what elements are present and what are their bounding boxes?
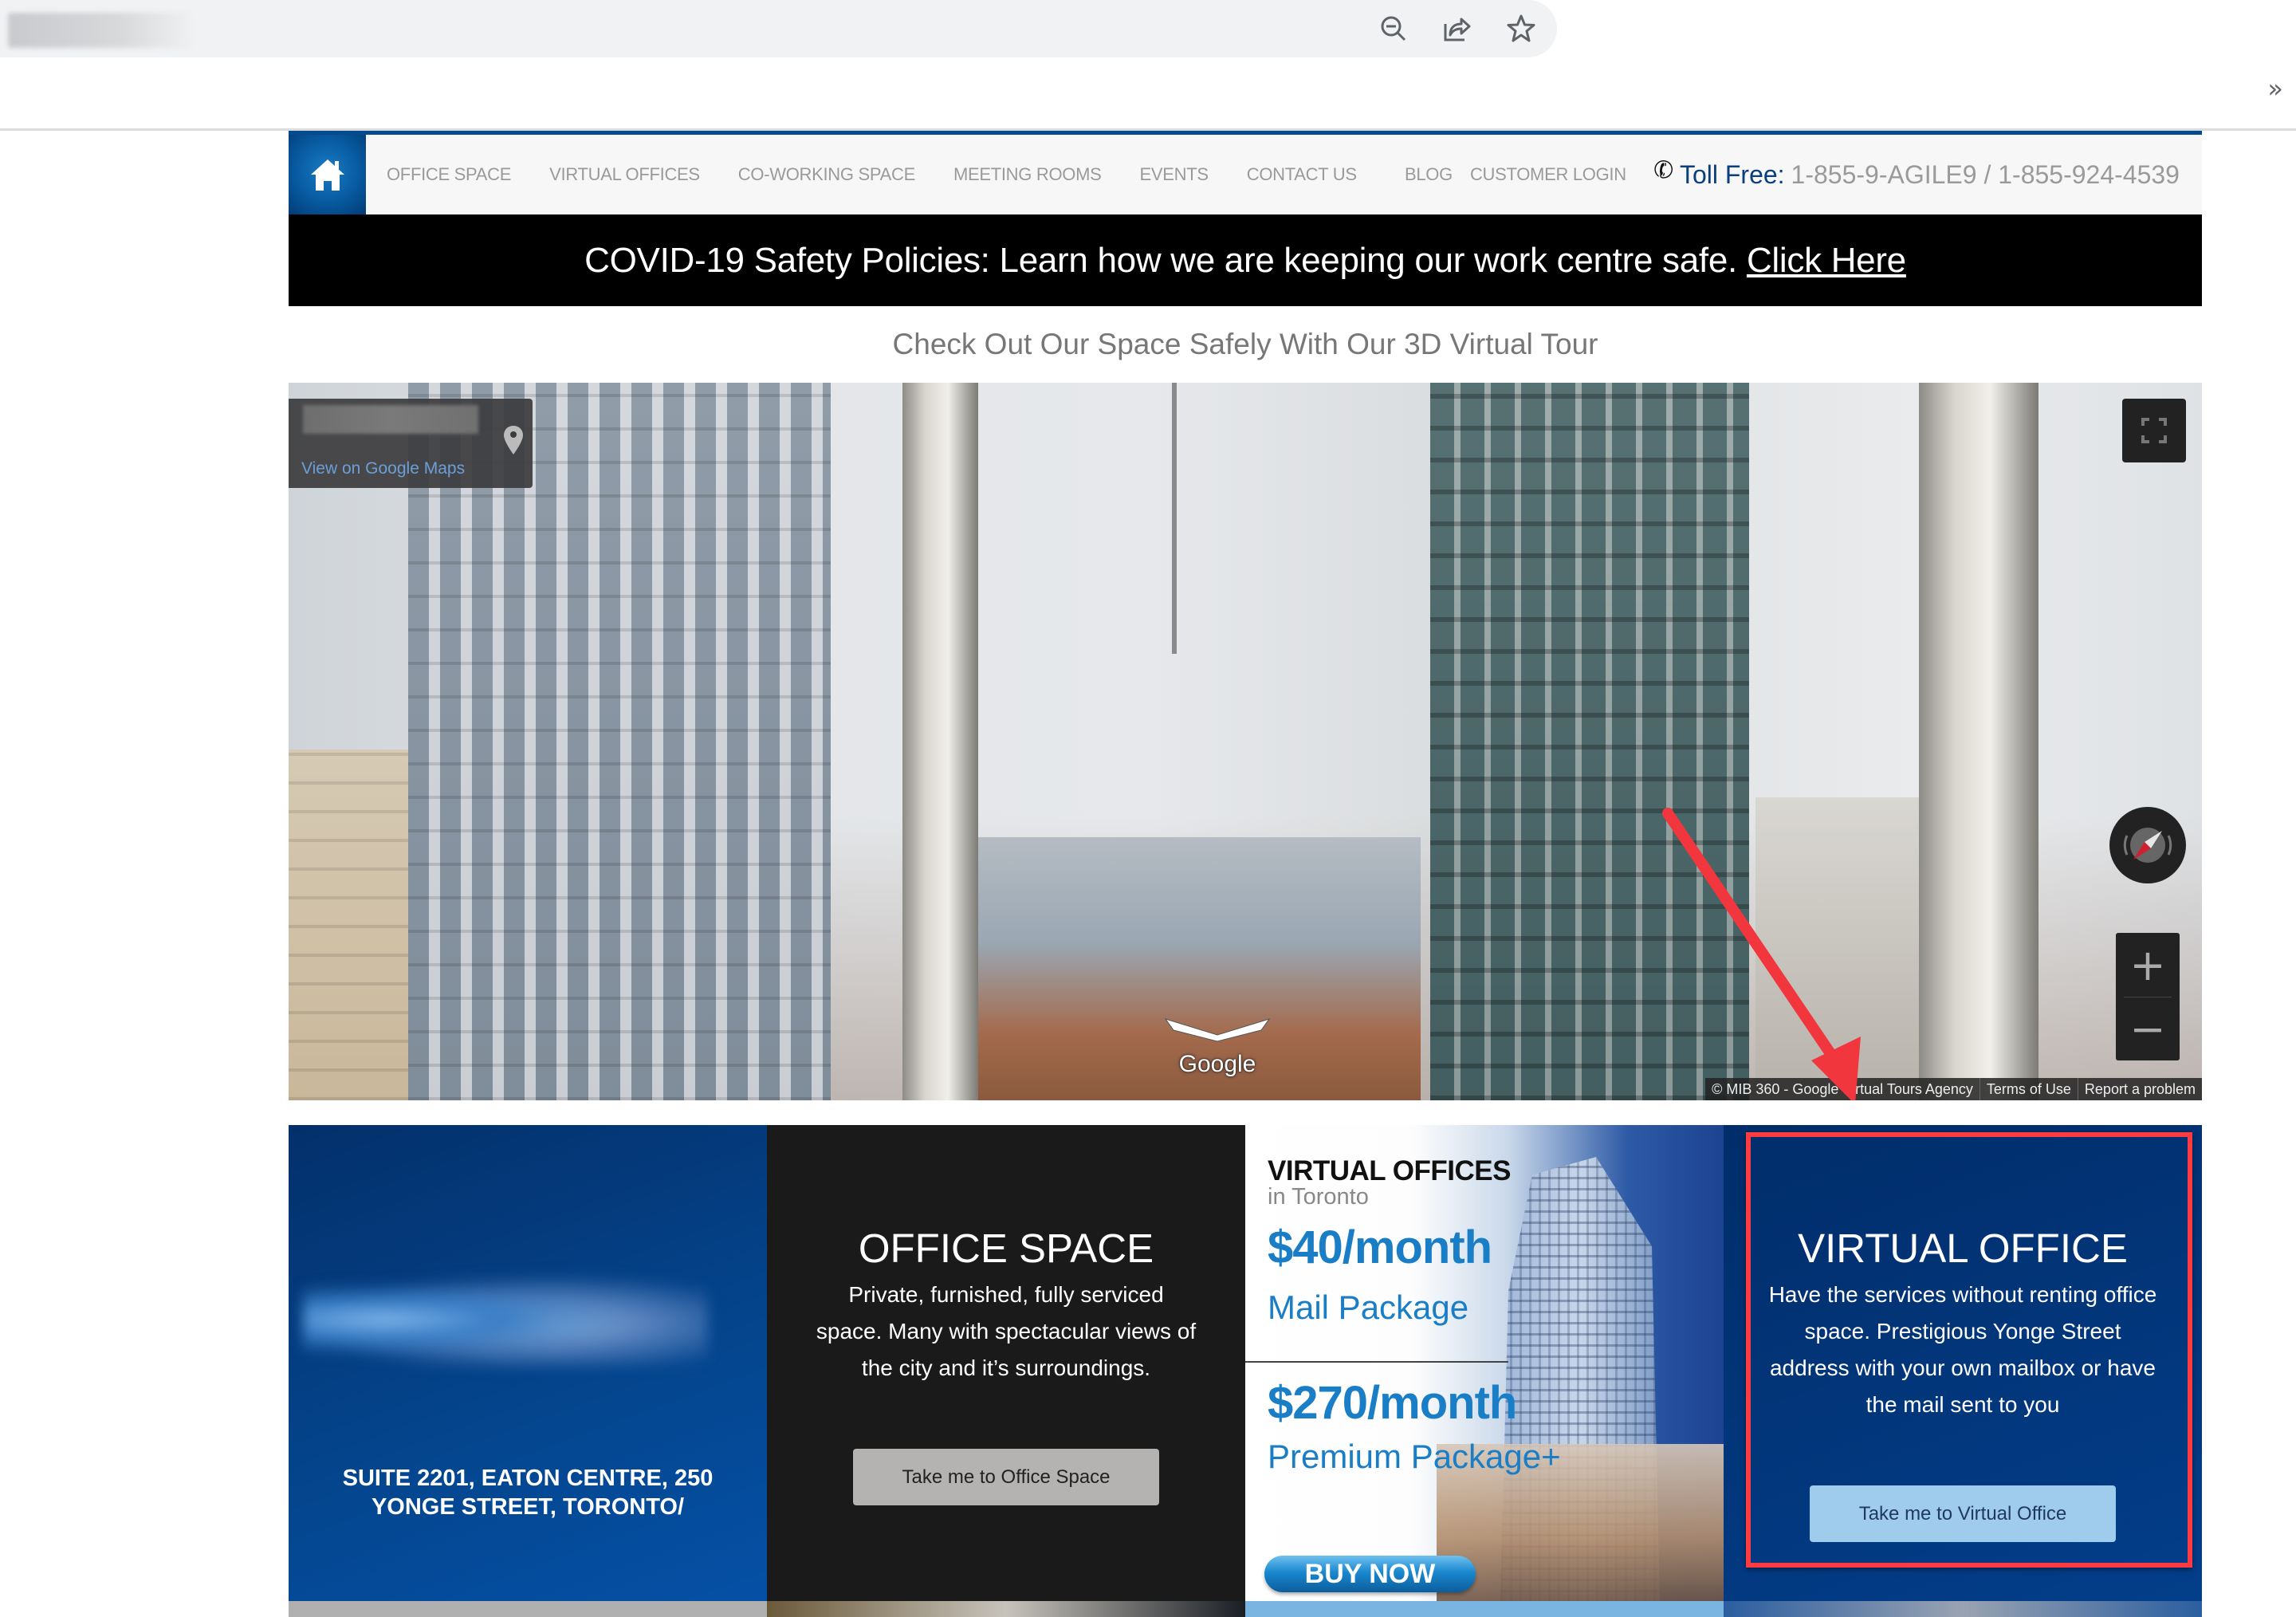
address-card: SUITE 2201, EATON CENTRE, 250 YONGE STRE… <box>289 1125 767 1601</box>
map-pin-icon <box>504 426 523 454</box>
next-card <box>767 1601 1245 1617</box>
home-button[interactable] <box>289 135 366 214</box>
buy-now-button[interactable]: BUY NOW <box>1264 1556 1476 1592</box>
virtual-offices-ad[interactable]: VIRTUAL OFFICES in Toronto $40/month Mai… <box>1245 1125 1724 1601</box>
bookmarks-overflow-chevron-icon[interactable]: » <box>2267 73 2283 104</box>
window-frame <box>1919 383 2038 1100</box>
street-view-arrow-icon[interactable] <box>1158 1013 1277 1045</box>
nav-virtual-offices[interactable]: VIRTUAL OFFICES <box>549 164 700 185</box>
covid-click-here-link[interactable]: Click Here <box>1747 241 1906 281</box>
phone-icon: ✆ <box>1650 154 1677 187</box>
virtual-office-title: VIRTUAL OFFICE <box>1798 1226 2128 1271</box>
panorama-building <box>408 383 831 1100</box>
nav-co-working-space[interactable]: CO-WORKING SPACE <box>738 164 915 185</box>
bookmarks-bar <box>0 57 2296 129</box>
covid-banner-text: COVID-19 Safety Policies: Learn how we a… <box>584 240 1737 280</box>
ad-package-mail: Mail Package <box>1268 1288 1469 1326</box>
home-icon <box>310 159 344 191</box>
ad-price-mail: $40/month <box>1268 1222 1492 1273</box>
zoom-out-icon[interactable] <box>1378 13 1409 45</box>
fullscreen-button[interactable] <box>2122 399 2186 462</box>
annotation-red-arrow <box>1662 808 1861 1100</box>
window-cord <box>1172 383 1177 654</box>
office-space-card: OFFICE SPACE Private, furnished, fully s… <box>767 1125 1245 1601</box>
ad-subtitle: in Toronto <box>1268 1184 1369 1210</box>
nav-meeting-rooms[interactable]: MEETING ROOMS <box>953 164 1102 185</box>
virtual-office-card: VIRTUAL OFFICE Have the services without… <box>1724 1125 2202 1601</box>
nav-events[interactable]: EVENTS <box>1140 164 1209 185</box>
zoom-control: + − <box>2116 933 2180 1060</box>
office-space-description: Private, furnished, fully serviced space… <box>816 1282 1197 1380</box>
google-logo: Google <box>1158 1013 1277 1078</box>
website: OFFICE SPACE VIRTUAL OFFICES CO-WORKING … <box>289 131 2202 1617</box>
company-logo-blurred <box>303 1273 708 1367</box>
next-card <box>1724 1601 2202 1617</box>
bookmark-star-icon[interactable] <box>1505 13 1537 45</box>
toll-free-label: Toll Free: <box>1679 159 1785 189</box>
address-text: SUITE 2201, EATON CENTRE, 250 YONGE STRE… <box>342 1466 714 1520</box>
take-me-to-office-space-button[interactable]: Take me to Office Space <box>853 1449 1159 1505</box>
next-card <box>1245 1601 1724 1617</box>
place-name-blurred <box>303 405 478 434</box>
next-card <box>289 1601 767 1617</box>
view-on-google-maps-link[interactable]: View on Google Maps <box>301 459 465 478</box>
url-text-blurred <box>8 13 191 48</box>
compass-control[interactable] <box>2109 807 2186 883</box>
ad-title: VIRTUAL OFFICES <box>1268 1155 1511 1186</box>
nav-contact-us[interactable]: CONTACT US <box>1247 164 1357 185</box>
office-space-title: OFFICE SPACE <box>858 1226 1154 1271</box>
nav-secondary: BLOG CUSTOMER LOGIN ✆ Toll Free: 1-855-9… <box>1405 135 2180 214</box>
street-view-panorama[interactable]: View on Google Maps + − Google © MIB 360… <box>289 383 2202 1100</box>
ad-divider <box>1245 1361 1508 1363</box>
ad-price-premium: $270/month <box>1268 1377 1517 1429</box>
nav-blog[interactable]: BLOG <box>1405 164 1453 185</box>
terms-of-use-link[interactable]: Terms of Use <box>1979 1078 2078 1100</box>
ad-package-premium: Premium Package+ <box>1268 1438 1561 1475</box>
share-icon[interactable] <box>1441 13 1472 45</box>
zoom-out-button[interactable]: − <box>2116 997 2180 1060</box>
main-nav: OFFICE SPACE VIRTUAL OFFICES CO-WORKING … <box>289 131 2202 214</box>
next-cards-row <box>289 1601 2202 1617</box>
report-problem-link[interactable]: Report a problem <box>2077 1078 2202 1100</box>
maps-info-card: View on Google Maps <box>289 399 533 488</box>
virtual-tour-heading: Check Out Our Space Safely With Our 3D V… <box>892 328 1598 360</box>
fullscreen-icon <box>2141 418 2167 443</box>
covid-banner: COVID-19 Safety Policies: Learn how we a… <box>289 214 2202 306</box>
window-frame <box>902 383 978 1100</box>
virtual-office-description: Have the services without renting office… <box>1768 1282 2157 1417</box>
nav-customer-login[interactable]: CUSTOMER LOGIN <box>1470 164 1626 185</box>
service-cards: SUITE 2201, EATON CENTRE, 250 YONGE STRE… <box>289 1125 2202 1601</box>
zoom-in-button[interactable]: + <box>2116 933 2180 997</box>
nav-office-space[interactable]: OFFICE SPACE <box>387 164 511 185</box>
take-me-to-virtual-office-button[interactable]: Take me to Virtual Office <box>1810 1485 2116 1542</box>
panorama-building <box>289 749 416 1100</box>
toll-free-numbers[interactable]: 1-855-9-AGILE9 / 1-855-924-4539 <box>1791 160 2180 190</box>
compass-icon <box>2123 828 2172 863</box>
google-wordmark: Google <box>1178 1051 1256 1077</box>
address-bar[interactable] <box>0 0 1557 57</box>
